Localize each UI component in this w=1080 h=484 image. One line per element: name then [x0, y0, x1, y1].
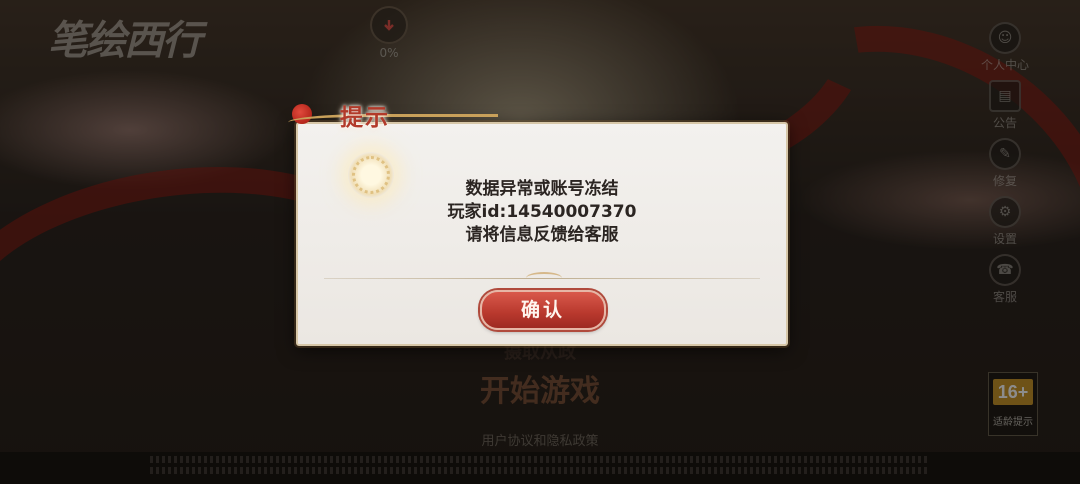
- game-launch-screen: 笔绘西行 0% ☺ 个人中心 ▤ 公告 ✎ 修复 ⚙ 设置 ☎ 客服 摄取从政 …: [0, 0, 1080, 484]
- alert-dialog: 数据异常或账号冻结 玩家id:14540007370 请将信息反馈给客服 确认: [296, 122, 788, 346]
- cloud-ornament-icon: [526, 272, 562, 284]
- dialog-message-line: 请将信息反馈给客服: [465, 225, 619, 245]
- dialog-player-id: 玩家id:14540007370: [447, 202, 637, 222]
- confirm-button[interactable]: 确认: [480, 290, 606, 330]
- scroll-ornament-icon: [288, 114, 498, 135]
- dialog-title: 提示: [340, 104, 390, 131]
- dialog-message-line: 数据异常或账号冻结: [465, 179, 619, 199]
